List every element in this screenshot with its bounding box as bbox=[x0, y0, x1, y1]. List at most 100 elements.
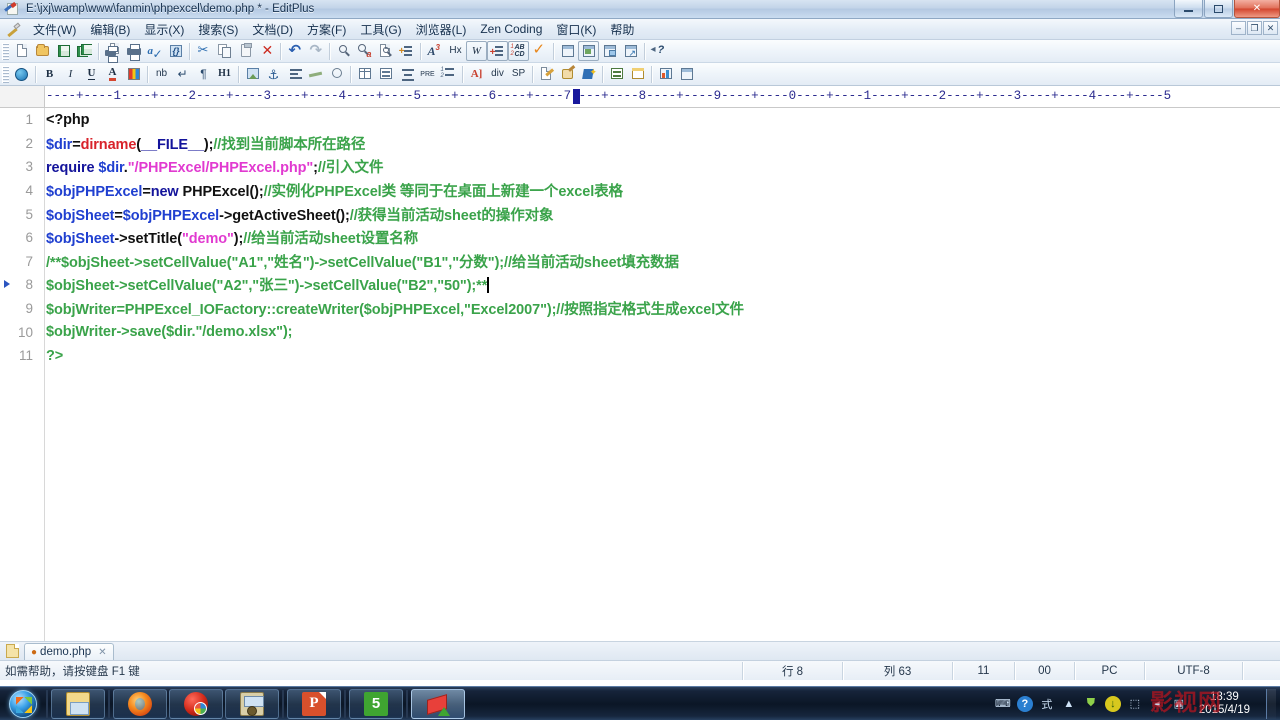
nbsp-button[interactable]: nb bbox=[151, 64, 172, 84]
tray-keyboard-icon[interactable]: ⌨ bbox=[995, 696, 1011, 712]
delete-button[interactable]: ✕ bbox=[256, 41, 277, 61]
code-line[interactable]: 8 $objSheet->setCellValue("A2","张三")->set… bbox=[0, 273, 1280, 297]
css-button[interactable] bbox=[557, 64, 578, 84]
mdi-minimize-button[interactable]: – bbox=[1231, 21, 1246, 35]
window-maximize-button[interactable] bbox=[1204, 0, 1233, 18]
paste-button[interactable] bbox=[235, 41, 256, 61]
tray-help-icon[interactable]: ? bbox=[1016, 695, 1033, 712]
copy-button[interactable] bbox=[214, 41, 235, 61]
goto-line-button[interactable]: + bbox=[396, 41, 417, 61]
toggle-clipboard-button[interactable] bbox=[599, 41, 620, 61]
browser-preview-button[interactable] bbox=[11, 64, 32, 84]
window-minimize-button[interactable] bbox=[1174, 0, 1203, 18]
find-button[interactable] bbox=[333, 41, 354, 61]
tab-demo-php[interactable]: ● demo.php ✕ bbox=[24, 643, 114, 660]
tray-volume-icon[interactable]: ◂ bbox=[1149, 696, 1165, 712]
fullscreen-button[interactable]: ↗ bbox=[620, 41, 641, 61]
taskbar-media-player[interactable] bbox=[169, 688, 223, 719]
print-preview-button[interactable] bbox=[102, 41, 123, 63]
taskbar-sogou[interactable]: 5 bbox=[349, 688, 403, 719]
tray-network-icon[interactable]: ▣ bbox=[1171, 696, 1187, 712]
menu-item-zen-coding[interactable]: Zen Coding bbox=[473, 20, 549, 38]
window-close-button[interactable]: ✕ bbox=[1234, 0, 1280, 18]
span-button[interactable]: SP bbox=[508, 64, 529, 84]
spell-check-button[interactable]: a ✓ bbox=[144, 41, 165, 61]
match-word-button[interactable]: W bbox=[466, 41, 487, 61]
menu-item-window[interactable]: 窗口(K) bbox=[549, 19, 603, 40]
italic-button[interactable]: I bbox=[60, 64, 81, 84]
tray-update-icon[interactable]: ↓ bbox=[1104, 695, 1121, 712]
comment-button[interactable] bbox=[326, 64, 347, 84]
code-line[interactable]: 6 $objSheet->setTitle("demo");//给当前活动shee… bbox=[0, 226, 1280, 250]
menu-item-help[interactable]: 帮助 bbox=[603, 19, 641, 40]
show-desktop-button[interactable] bbox=[1266, 688, 1276, 719]
list-button[interactable] bbox=[375, 64, 396, 84]
undo-button[interactable]: ↶ bbox=[284, 41, 305, 61]
div-button[interactable]: div bbox=[487, 64, 508, 84]
tray-security-icon[interactable]: ⛊ bbox=[1083, 696, 1099, 712]
toolbar-grip[interactable] bbox=[2, 42, 9, 60]
menu-item-view[interactable]: 显示(X) bbox=[137, 19, 191, 40]
taskbar-editplus[interactable] bbox=[411, 688, 465, 719]
taskbar-powerpoint[interactable]: P bbox=[287, 688, 341, 719]
hex-view-button[interactable]: Hx bbox=[445, 41, 466, 61]
taskbar-firefox[interactable] bbox=[113, 688, 167, 719]
bold-button[interactable]: B bbox=[39, 64, 60, 84]
line-numbers-button[interactable]: + bbox=[487, 41, 508, 61]
toggle-directory-button[interactable] bbox=[578, 41, 599, 61]
table-button[interactable] bbox=[354, 64, 375, 84]
window-button[interactable] bbox=[676, 64, 697, 84]
form-button[interactable] bbox=[606, 64, 627, 84]
open-file-button[interactable] bbox=[32, 41, 53, 61]
taskbar-windows-explorer[interactable] bbox=[51, 688, 105, 719]
script-button[interactable]: ✦ bbox=[578, 64, 599, 84]
insert-image-button[interactable] bbox=[242, 64, 263, 84]
menu-item-browser[interactable]: 浏览器(L) bbox=[409, 19, 474, 40]
heading-button[interactable]: H1 bbox=[214, 64, 235, 84]
ordered-list-button[interactable]: 12 bbox=[438, 64, 459, 84]
code-line[interactable]: 9 $objWriter=PHPExcel_IOFactory::createWr… bbox=[0, 297, 1280, 321]
code-editor[interactable]: 1 <?php 2 $dir=dirname(__FILE__);//找到当前脚本所在… bbox=[0, 108, 1280, 641]
cut-button[interactable]: ✂ bbox=[193, 41, 214, 61]
underline-button[interactable]: U bbox=[81, 64, 102, 84]
code-line[interactable]: 1 <?php bbox=[0, 108, 1280, 132]
edit-tag-button[interactable] bbox=[536, 64, 557, 84]
taskbar-vault[interactable] bbox=[225, 688, 279, 719]
toggle-output-button[interactable] bbox=[557, 41, 578, 61]
code-text-area[interactable]: 1 <?php 2 $dir=dirname(__FILE__);//找到当前脚本所在… bbox=[0, 108, 1280, 641]
paragraph-button[interactable]: ¶ bbox=[193, 64, 214, 84]
font-size-button[interactable]: A3 bbox=[424, 41, 445, 61]
pre-button[interactable]: PRE bbox=[417, 64, 438, 84]
menu-item-document[interactable]: 文档(D) bbox=[245, 19, 300, 40]
bookmark-icon[interactable] bbox=[4, 280, 10, 289]
context-help-button[interactable]: ◂? bbox=[648, 41, 669, 61]
validate-button[interactable]: ✓ bbox=[529, 41, 550, 61]
menu-item-edit[interactable]: 编辑(B) bbox=[83, 19, 137, 40]
mdi-close-button[interactable]: ✕ bbox=[1263, 21, 1278, 35]
redo-button[interactable]: ↷ bbox=[305, 41, 326, 61]
code-line[interactable]: 7 /**$objSheet->setCellValue("A1","姓名")->… bbox=[0, 250, 1280, 274]
tray-removable-icon[interactable]: ⬚ bbox=[1127, 696, 1143, 712]
save-file-button[interactable] bbox=[53, 41, 74, 61]
menu-item-file[interactable]: 文件(W) bbox=[26, 19, 83, 40]
code-line[interactable]: 11 ?> bbox=[0, 344, 1280, 368]
chart-button[interactable] bbox=[655, 64, 676, 84]
horizontal-rule-button[interactable] bbox=[305, 64, 326, 84]
font-color-button[interactable]: A bbox=[102, 64, 123, 84]
anchor-tag-button[interactable]: A] bbox=[466, 64, 487, 84]
find-in-files-button[interactable] bbox=[375, 41, 396, 61]
align-left-button[interactable] bbox=[284, 64, 305, 84]
match-case-button[interactable]: 1 AB 2 CD bbox=[508, 41, 529, 61]
taskbar-clock[interactable]: 18:39 2015/4/19 bbox=[1193, 691, 1256, 717]
menu-item-tools[interactable]: 工具(G) bbox=[353, 19, 408, 40]
line-break-button[interactable]: ↵ bbox=[172, 64, 193, 84]
menu-item-search[interactable]: 搜索(S) bbox=[191, 19, 245, 40]
color-picker-button[interactable] bbox=[123, 64, 144, 84]
indent-button[interactable] bbox=[396, 64, 417, 84]
table-props-button[interactable] bbox=[627, 64, 648, 84]
toolbar-grip[interactable] bbox=[2, 65, 9, 83]
code-line[interactable]: 4 $objPHPExcel=new PHPExcel();//实例化PHPExc… bbox=[0, 179, 1280, 203]
print-button[interactable] bbox=[123, 41, 144, 61]
code-line[interactable]: 5 $objSheet=$objPHPExcel->getActiveSheet(… bbox=[0, 202, 1280, 226]
tab-close-icon[interactable]: ✕ bbox=[98, 647, 106, 658]
